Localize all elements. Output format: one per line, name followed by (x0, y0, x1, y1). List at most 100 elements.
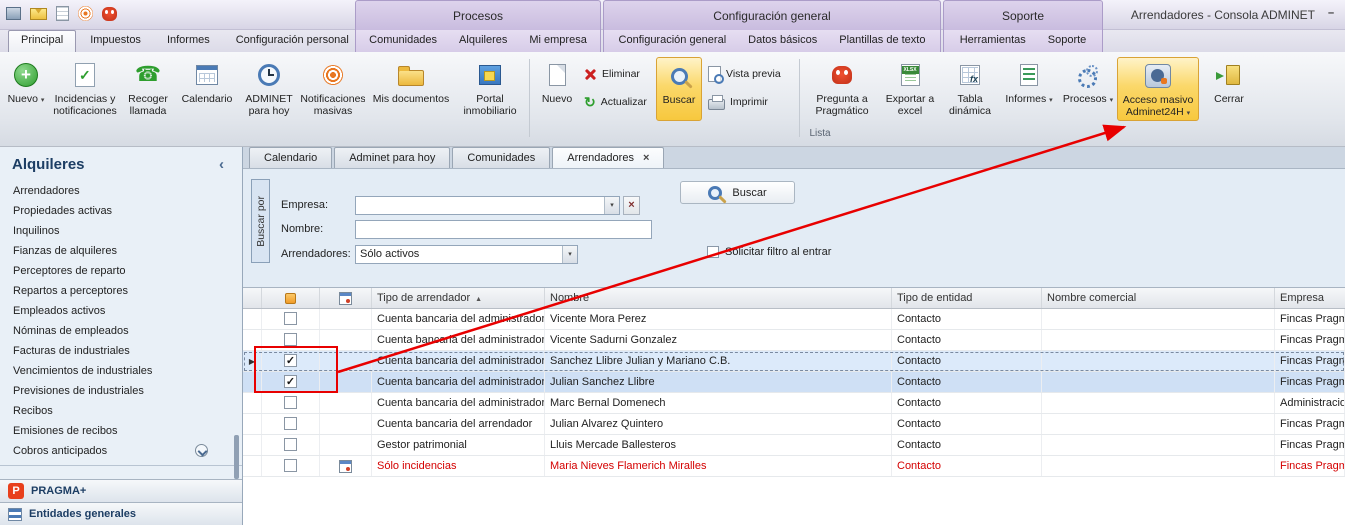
mis-documentos-button[interactable]: Mis documentos (368, 57, 454, 121)
tabla-dinamica-button[interactable]: Tabla dinámica (942, 57, 998, 121)
buscar-ribbon-button[interactable]: Buscar (656, 57, 702, 121)
sidebar-item-arrendadores[interactable]: Arrendadores (0, 181, 242, 201)
sidebar-item-fianzas-de-alquileres[interactable]: Fianzas de alquileres (0, 241, 242, 261)
table-row[interactable]: ▶✓Cuenta bancaria del administradorSanch… (243, 351, 1345, 372)
buscar-por-tab[interactable]: Buscar por (251, 179, 270, 263)
sidebar-item-recibos[interactable]: Recibos (0, 401, 242, 421)
chevron-down-circle-icon[interactable] (195, 444, 208, 457)
nuevo-button[interactable]: Nuevo ▾ (4, 57, 48, 121)
sidebar-item-emisiones-de-recibos[interactable]: Emisiones de recibos (0, 421, 242, 441)
group-tab-herramientas[interactable]: Herramientas (952, 30, 1034, 52)
nuevo-registro-button[interactable]: Nuevo (536, 57, 578, 121)
vista-previa-button[interactable]: Vista previa (705, 65, 793, 83)
sidebar-item-facturas-de-industriales[interactable]: Facturas de industriales (0, 341, 242, 361)
ribbon-tab-impuestos[interactable]: Impuestos (78, 30, 153, 52)
sidebar-item-propiedades-activas[interactable]: Propiedades activas (0, 201, 242, 221)
notificaciones-masivas-button[interactable]: Notificaciones masivas (301, 57, 365, 121)
column-header-empresa[interactable]: Empresa (1275, 288, 1345, 308)
portal-inmobiliario-button[interactable]: Portal inmobiliario (457, 57, 523, 121)
buscar-button[interactable]: Buscar (680, 181, 795, 204)
group-tab-configuración-general[interactable]: Configuración general (611, 30, 735, 52)
group-tab-alquileres[interactable]: Alquileres (451, 30, 515, 52)
ribbon-tab-principal[interactable]: Principal (8, 30, 76, 52)
row-checkbox[interactable] (284, 333, 297, 346)
actualizar-button[interactable]: ↻ Actualizar (581, 93, 653, 111)
cell-comercial (1042, 309, 1275, 329)
notes-icon[interactable] (56, 6, 69, 21)
minimize-button[interactable]: – (1323, 6, 1339, 22)
column-header-tipo-de-entidad[interactable]: Tipo de entidad (892, 288, 1042, 308)
ribbon-tab-configuración-personal[interactable]: Configuración personal (224, 30, 361, 52)
row-checkbox[interactable]: ✓ (284, 375, 297, 388)
doc-tab-adminet-para-hoy[interactable]: Adminet para hoy (334, 147, 450, 168)
table-row[interactable]: Sólo incidenciasMaria Nieves Flamerich M… (243, 456, 1345, 477)
eliminar-button[interactable]: Eliminar (581, 65, 653, 83)
nav-entidades-generales-button[interactable]: Entidades generales (0, 502, 242, 525)
icon-column-header[interactable] (320, 288, 372, 308)
chevron-down-icon[interactable]: ▾ (604, 197, 619, 214)
table-row[interactable]: Cuenta bancaria del administradorVicente… (243, 330, 1345, 351)
doc-tab-calendario[interactable]: Calendario (249, 147, 332, 168)
row-checkbox[interactable] (284, 312, 297, 325)
nav-pragma-button[interactable]: P PRAGMA+ (0, 479, 242, 502)
clear-empresa-button[interactable]: × (623, 196, 640, 215)
table-row[interactable]: ✓Cuenta bancaria del administradorJulian… (243, 372, 1345, 393)
notifications-icon[interactable] (78, 6, 93, 21)
cell-comercial (1042, 435, 1275, 455)
row-checkbox[interactable] (284, 459, 297, 472)
sidebar-item-empleados-activos[interactable]: Empleados activos (0, 301, 242, 321)
row-checkbox[interactable] (284, 396, 297, 409)
group-tab-comunidades[interactable]: Comunidades (361, 30, 445, 52)
row-indicator-cell (243, 456, 262, 476)
group-tab-mi-empresa[interactable]: Mi empresa (521, 30, 594, 52)
table-row[interactable]: Cuenta bancaria del administradorVicente… (243, 309, 1345, 330)
sidebar-item-inquilinos[interactable]: Inquilinos (0, 221, 242, 241)
column-header-nombre-comercial[interactable]: Nombre comercial (1042, 288, 1275, 308)
app-icon[interactable] (6, 7, 21, 20)
arrendadores-combo[interactable]: Sólo activos ▾ (355, 245, 578, 264)
pregunta-pragmatico-button[interactable]: Pregunta a Pragmático (806, 57, 878, 121)
exportar-excel-button[interactable]: Exportar a excel (881, 57, 939, 121)
group-tab-soporte[interactable]: Soporte (1040, 30, 1095, 52)
group-tab-datos-básicos[interactable]: Datos básicos (740, 30, 825, 52)
cell-nombre: Sanchez Llibre Julian y Mariano C.B. (545, 351, 892, 371)
collapse-sidebar-icon[interactable]: ‹ (219, 156, 230, 173)
row-checkbox[interactable] (284, 438, 297, 451)
table-row[interactable]: Gestor patrimonialLluis Mercade Balleste… (243, 435, 1345, 456)
sidebar-item-vencimientos-de-industriales[interactable]: Vencimientos de industriales (0, 361, 242, 381)
mail-icon[interactable] (30, 8, 47, 20)
sidebar-scrollbar[interactable] (234, 435, 239, 479)
doc-tab-arrendadores[interactable]: Arrendadores× (552, 147, 664, 168)
informes-button[interactable]: Informes ▾ (1001, 57, 1057, 121)
close-tab-icon[interactable]: × (643, 152, 649, 164)
row-checkbox[interactable]: ✓ (284, 354, 297, 367)
imprimir-button[interactable]: Imprimir (705, 93, 793, 111)
cerrar-button[interactable]: Cerrar (1206, 57, 1252, 121)
sidebar-item-perceptores-de-reparto[interactable]: Perceptores de reparto (0, 261, 242, 281)
sidebar-item-repartos-a-perceptores[interactable]: Repartos a perceptores (0, 281, 242, 301)
sidebar-item-cobros-anticipados[interactable]: Cobros anticipados (0, 441, 242, 461)
row-checkbox[interactable] (284, 417, 297, 430)
calendario-button[interactable]: Calendario (177, 57, 237, 121)
recoger-llamada-button[interactable]: ☎ Recoger llamada (122, 57, 174, 121)
incidencias-notificaciones-button[interactable]: Incidencias y notificaciones (51, 57, 119, 121)
doc-tab-comunidades[interactable]: Comunidades (452, 147, 550, 168)
pragmatico-icon[interactable] (102, 7, 117, 21)
chevron-down-icon[interactable]: ▾ (562, 246, 577, 263)
column-header-nombre[interactable]: Nombre (545, 288, 892, 308)
sidebar-item-previsiones-de-industriales[interactable]: Previsiones de industriales (0, 381, 242, 401)
empresa-combo[interactable]: ▾ (355, 196, 620, 215)
nombre-input[interactable] (355, 220, 652, 239)
acceso-masivo-adminet24h-button[interactable]: Acceso masivo Adminet24H ▾ ArrendadoresI… (1117, 57, 1199, 121)
adminet-para-hoy-button[interactable]: ADMINET para hoy (240, 57, 298, 121)
table-row[interactable]: Cuenta bancaria del administradorMarc Be… (243, 393, 1345, 414)
ribbon-tab-informes[interactable]: Informes (155, 30, 222, 52)
checkbox-cell (262, 435, 320, 455)
column-header-tipo-de-arrendador[interactable]: Tipo de arrendador▲ (372, 288, 545, 308)
sidebar-item-nóminas-de-empleados[interactable]: Nóminas de empleados (0, 321, 242, 341)
procesos-button[interactable]: Procesos ▾ (1060, 57, 1116, 121)
group-tab-plantillas-de-texto[interactable]: Plantillas de texto (831, 30, 933, 52)
select-all-column-header[interactable] (262, 288, 320, 308)
table-row[interactable]: Cuenta bancaria del arrendadorJulian Alv… (243, 414, 1345, 435)
solicitar-filtro-checkbox[interactable] (707, 246, 719, 258)
